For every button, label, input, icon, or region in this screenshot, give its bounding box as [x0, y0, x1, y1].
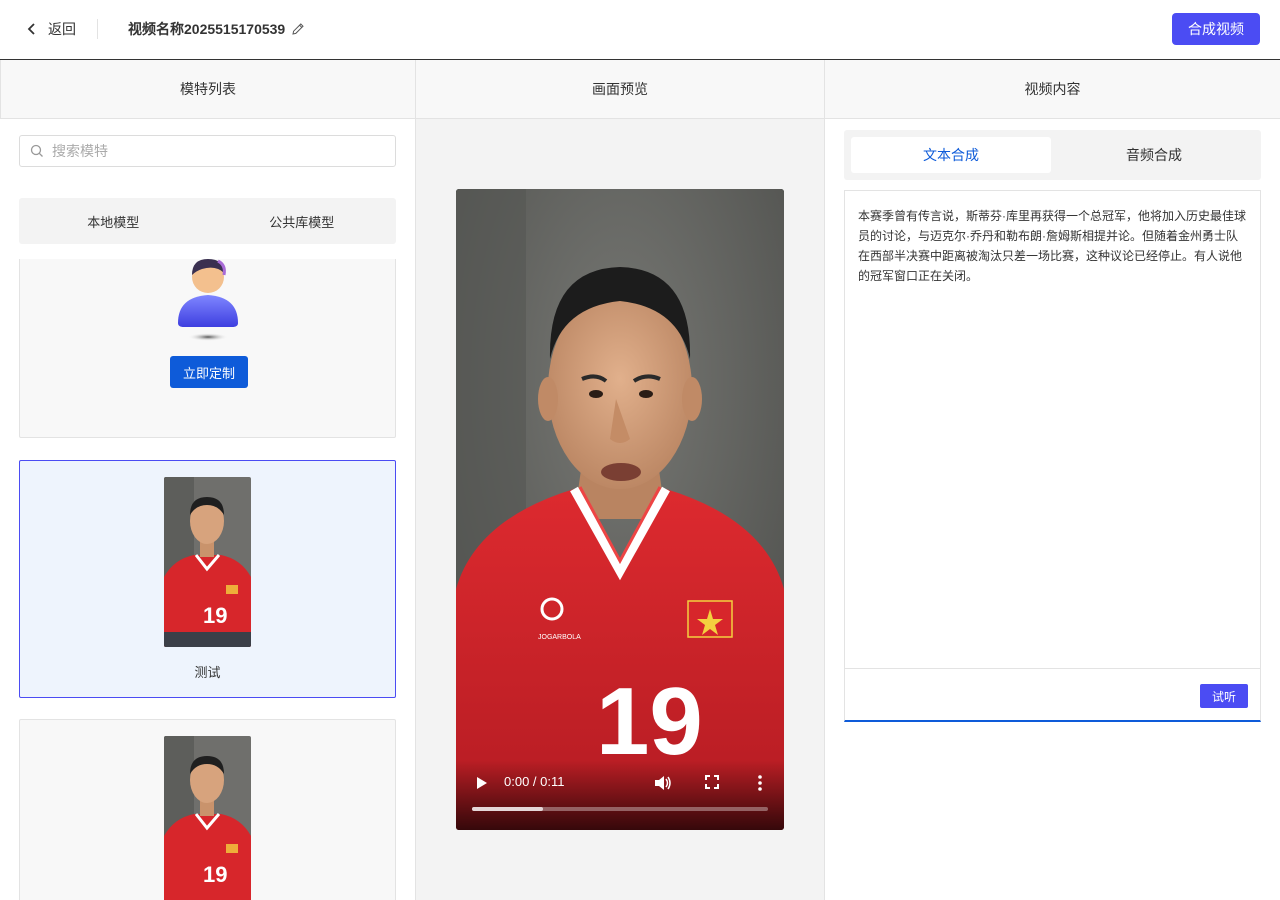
customize-now-button[interactable]: 立即定制	[170, 356, 248, 388]
avatar-illustration	[178, 259, 238, 341]
script-text[interactable]: 本赛季曾有传言说，斯蒂芬·库里再获得一个总冠军，他将加入历史最佳球员的讨论，与迈…	[858, 206, 1248, 286]
text-editor[interactable]: 本赛季曾有传言说，斯蒂芬·库里再获得一个总冠军，他将加入历史最佳球员的讨论，与迈…	[844, 190, 1261, 722]
svg-text:19: 19	[203, 603, 227, 628]
compose-video-button[interactable]: 合成视频	[1172, 13, 1260, 45]
more-vertical-icon[interactable]	[756, 774, 764, 792]
preview-panel: 画面预览 JOGARBOLA 19 0:00 / 0:11	[416, 60, 825, 900]
custom-model-card: 立即定制	[19, 259, 396, 438]
tab-local-models[interactable]: 本地模型	[19, 198, 208, 244]
model-list-panel: 模特列表 本地模型 公共库模型 立即定制	[0, 60, 416, 900]
model-source-tabs: 本地模型 公共库模型	[19, 198, 396, 244]
progress-fill	[472, 807, 544, 811]
video-player[interactable]: JOGARBOLA 19 0:00 / 0:11	[456, 189, 784, 830]
svg-text:19: 19	[596, 668, 703, 775]
video-time: 0:00 / 0:11	[504, 774, 565, 789]
play-icon[interactable]	[474, 776, 488, 790]
model-name: 测试	[194, 665, 221, 680]
model-card[interactable]: 19	[19, 719, 396, 900]
video-controls: 0:00 / 0:11	[456, 760, 784, 830]
video-title: 视频名称2025515170539	[128, 19, 305, 39]
tab-audio-synthesis[interactable]: 音频合成	[1054, 137, 1254, 173]
model-card[interactable]: 19 测试	[19, 460, 396, 698]
model-thumbnail: 19	[164, 477, 251, 647]
search-box[interactable]	[19, 135, 396, 167]
back-label: 返回	[48, 21, 76, 37]
progress-bar[interactable]	[472, 807, 768, 811]
video-content-header: 视频内容	[825, 60, 1280, 119]
chevron-left-icon	[27, 23, 35, 35]
model-card-list: 立即定制 19 测试 19	[19, 259, 396, 900]
svg-text:JOGARBOLA: JOGARBOLA	[538, 634, 581, 641]
search-input[interactable]	[52, 143, 372, 159]
top-bar: 返回 视频名称2025515170539 合成视频	[0, 0, 1280, 60]
pencil-icon[interactable]	[291, 22, 305, 36]
listen-button[interactable]: 试听	[1200, 684, 1248, 708]
model-thumbnail: 19	[164, 736, 251, 900]
tab-public-models[interactable]: 公共库模型	[208, 198, 397, 244]
back-button[interactable]: 返回	[26, 18, 76, 40]
divider	[97, 19, 98, 39]
volume-icon[interactable]	[654, 775, 672, 791]
search-icon	[30, 144, 43, 157]
video-content-panel: 视频内容 文本合成 音频合成 本赛季曾有传言说，斯蒂芬·库里再获得一个总冠军，他…	[825, 60, 1280, 900]
svg-text:19: 19	[203, 862, 227, 887]
content-mode-tabs: 文本合成 音频合成	[844, 130, 1261, 180]
fullscreen-icon[interactable]	[705, 775, 719, 789]
video-frame: JOGARBOLA 19	[456, 189, 784, 830]
editor-footer: 试听	[845, 668, 1260, 720]
model-list-header: 模特列表	[0, 60, 415, 119]
tab-text-synthesis[interactable]: 文本合成	[851, 137, 1051, 173]
video-title-text: 视频名称2025515170539	[128, 21, 286, 37]
preview-header: 画面预览	[416, 60, 824, 119]
